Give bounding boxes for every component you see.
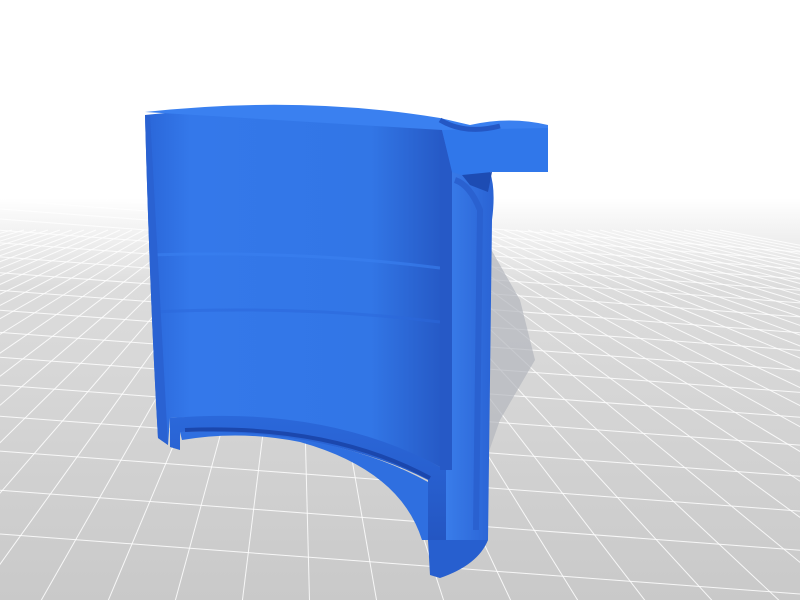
inner-wall-face xyxy=(145,107,446,470)
render-viewport xyxy=(0,0,800,600)
right-pillar-inner-shade xyxy=(440,128,452,470)
